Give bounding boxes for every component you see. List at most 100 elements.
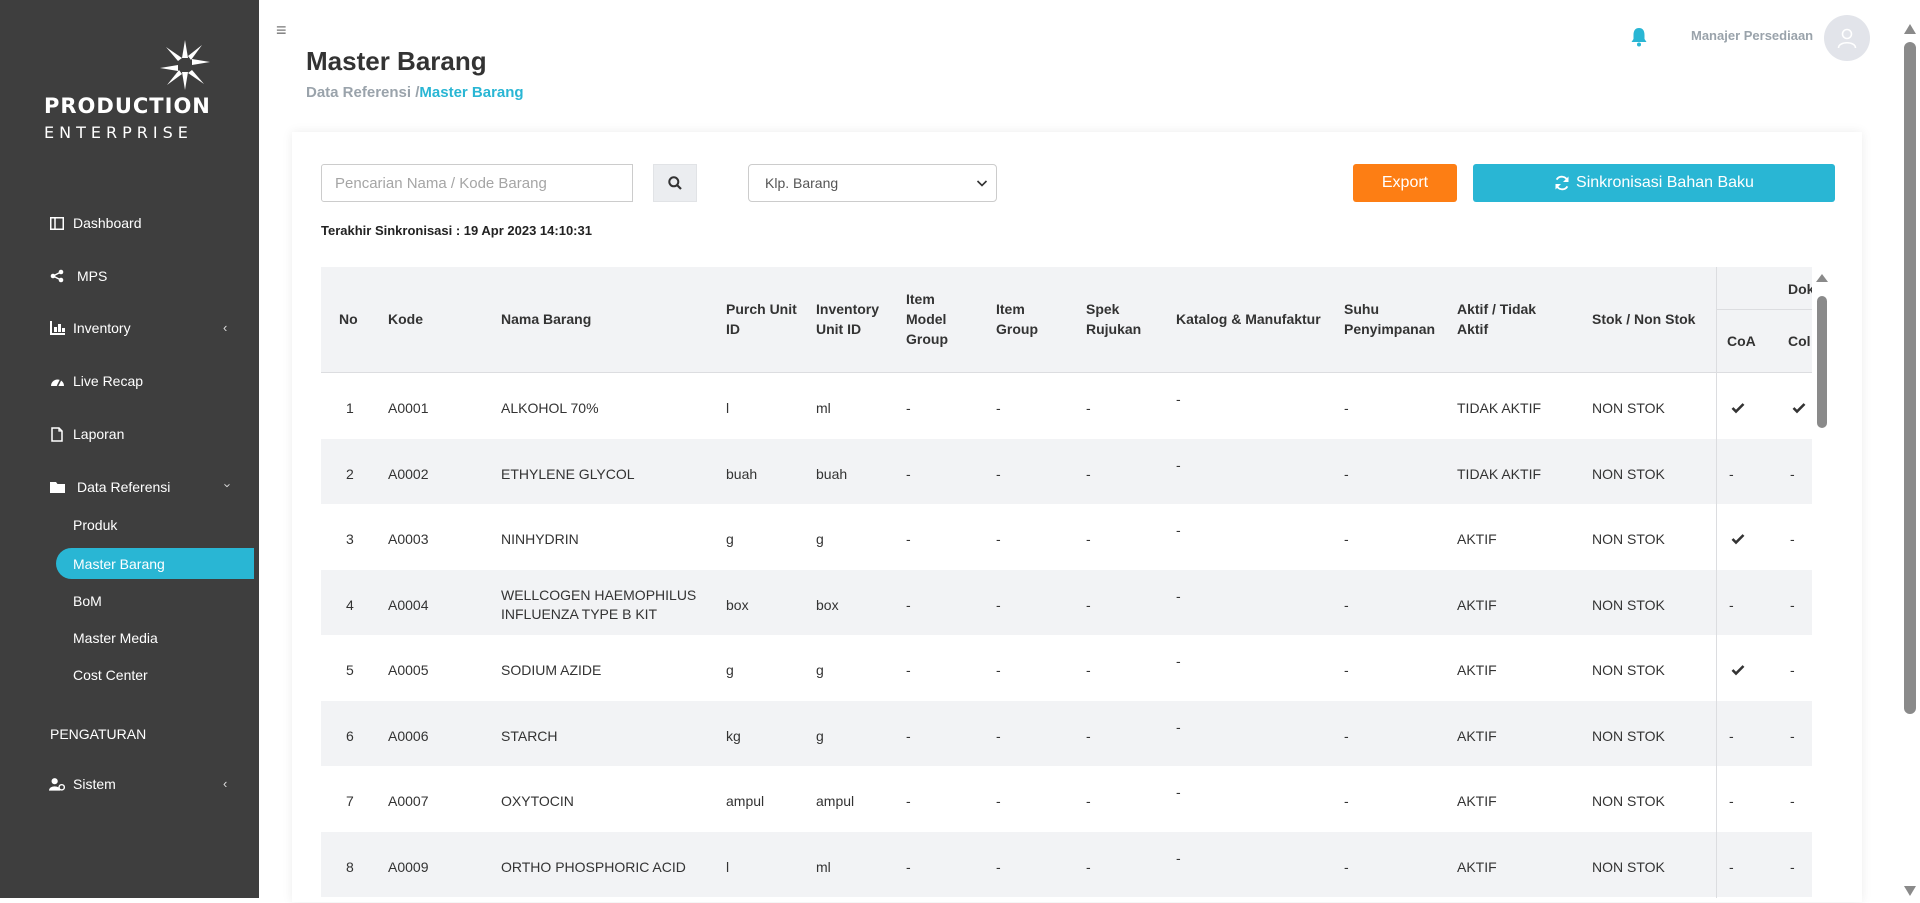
sidebar-item-laporan[interactable]: Laporan — [49, 422, 124, 446]
cell-nama-line: WELLCOGEN HAEMOPHILUS — [501, 586, 697, 603]
cell-no: 7 — [346, 793, 354, 809]
sidebar-subitem-master-media[interactable]: Master Media — [73, 630, 158, 646]
column-divider — [1716, 267, 1717, 898]
table-row[interactable]: 7 A0007 ampul ampul - - - - AKTIF NON STOK OXYTOCI… — [321, 766, 1812, 831]
export-button[interactable]: Export — [1353, 164, 1457, 202]
th-line: Item — [996, 301, 1025, 317]
bell-icon[interactable] — [1630, 27, 1648, 47]
table-row[interactable]: 4 A0004 box box - - - - AKTIF NON STOK WELLCOGEN H… — [321, 569, 1812, 635]
select-value: Klp. Barang — [765, 175, 839, 191]
cell-spek: - — [1086, 400, 1091, 416]
sidebar-subitem-produk[interactable]: Produk — [73, 517, 117, 533]
table-row[interactable]: 8 A0009 l ml - - - - AKTIF NON STOK ORTHO PHOSPHOR… — [321, 831, 1812, 897]
cell-suhu: - — [1344, 465, 1349, 482]
cell-no: 6 — [346, 727, 354, 744]
cell-purch: g — [726, 662, 734, 678]
cell-inv: box — [816, 596, 839, 613]
user-name[interactable]: Manajer Persediaan — [1691, 28, 1813, 43]
cell-group: - — [996, 400, 1001, 416]
breadcrumb-home[interactable]: Data Referensi / — [306, 84, 419, 101]
sidebar-item-dashboard[interactable]: Dashboard — [49, 211, 142, 235]
cell-aktif: AKTIF — [1457, 858, 1497, 875]
th-no: No — [339, 311, 358, 327]
th-line: Aktif — [1457, 321, 1489, 337]
table-row[interactable]: 2 A0002 buah buah - - - - TIDAK AKTIF NON STOK ETH… — [321, 438, 1812, 504]
avatar[interactable] — [1824, 15, 1870, 61]
page-scrollbar[interactable] — [1900, 0, 1920, 898]
chevron-left-icon[interactable]: ‹ — [223, 776, 227, 791]
sidebar-subitem-bom[interactable]: BoM — [73, 593, 102, 609]
sidebar-item-mps[interactable]: MPS — [49, 264, 107, 288]
cell-suhu: - — [1344, 662, 1349, 678]
cell-inv: ampul — [816, 793, 855, 809]
chevron-down-icon[interactable]: ‹ — [219, 483, 234, 487]
th-line: Model — [906, 311, 947, 327]
cell-group: - — [996, 858, 1001, 875]
cell-no: 2 — [346, 465, 354, 482]
breadcrumb-current: Master Barang — [419, 84, 524, 101]
cell-kode: A0002 — [388, 465, 429, 482]
cell-nama: NINHYDRIN — [501, 530, 579, 549]
search-button[interactable] — [653, 164, 697, 202]
cell-nama: OXYTOCIN — [501, 792, 574, 811]
sidebar-item-label: Sistem — [73, 776, 116, 792]
sidebar-item-sistem[interactable]: Sistem — [49, 772, 116, 796]
klp-barang-select[interactable]: Klp. Barang — [748, 164, 997, 202]
chevron-left-icon[interactable]: ‹ — [223, 320, 227, 335]
cell-inv: ml — [816, 400, 831, 416]
cell-aktif: AKTIF — [1457, 531, 1497, 547]
cell-nama-line: ORTHO PHOSPHORIC ACID — [501, 858, 686, 875]
th-line: Penyimpanan — [1344, 321, 1436, 337]
table-row[interactable]: 1 A0001 l ml - - - - TIDAK AKTIF NON STOK ALKOHOL … — [321, 373, 1812, 438]
hamburger-menu-icon[interactable]: ≡ — [276, 20, 287, 41]
cell-group: - — [996, 596, 1001, 613]
cell-nama-line: ALKOHOL 70% — [501, 400, 599, 416]
breadcrumb: Data Referensi /Master Barang — [306, 84, 524, 101]
th-purch-unit: Purch Unit ID — [726, 299, 797, 339]
cell-stok: NON STOK — [1592, 727, 1665, 744]
sidebar-item-label: Dashboard — [73, 215, 142, 231]
table-row[interactable]: 6 A0006 kg g - - - - AKTIF NON STOK STARCH - - - — [321, 700, 1812, 766]
cell-kode: A0003 — [388, 531, 429, 547]
scroll-up-arrow-icon[interactable] — [1816, 274, 1828, 282]
table-row[interactable]: 3 A0003 g g - - - - AKTIF NON STOK NINHYDRIN - - — [321, 504, 1812, 569]
th-stok: Stok / Non Stok — [1592, 311, 1696, 327]
search-input[interactable] — [321, 164, 633, 202]
header-divider — [1716, 309, 1812, 310]
th-line: Rujukan — [1086, 321, 1142, 337]
sidebar-item-inventory[interactable]: Inventory — [49, 316, 131, 340]
brand-subtitle: ENTERPRISE — [44, 123, 193, 142]
cell-stok: NON STOK — [1592, 531, 1665, 547]
sync-icon — [1554, 175, 1570, 191]
cell-coa: - — [1729, 858, 1734, 875]
check-icon — [1731, 403, 1745, 414]
sidebar-item-data-referensi[interactable]: Data Referensi — [49, 475, 170, 499]
th-spek-rujukan: Spek Rujukan — [1086, 299, 1141, 339]
cell-group: - — [996, 793, 1001, 809]
cell-model: - — [906, 858, 911, 875]
file-icon — [49, 426, 65, 442]
sync-label: Sinkronisasi Bahan Baku — [1576, 174, 1754, 191]
scroll-thumb[interactable] — [1817, 296, 1827, 428]
cell-katalog: - — [1176, 718, 1181, 735]
cell-no: 5 — [346, 662, 354, 678]
cell-kode: A0005 — [388, 662, 429, 678]
cell-coa: - — [1729, 727, 1734, 744]
th-suhu: Suhu Penyimpanan — [1344, 299, 1435, 339]
sidebar-item-live-recap[interactable]: Live Recap — [49, 369, 143, 393]
cell-aktif: AKTIF — [1457, 596, 1497, 613]
cell-stok: NON STOK — [1592, 662, 1665, 678]
sync-button[interactable]: Sinkronisasi Bahan Baku — [1473, 164, 1835, 202]
export-label: Export — [1381, 174, 1429, 191]
table-scrollbar[interactable] — [1815, 272, 1829, 898]
cell-purch: buah — [726, 465, 758, 482]
cell-col: - — [1790, 531, 1795, 547]
sidebar-subitem-master-barang[interactable]: Master Barang — [73, 556, 165, 572]
cell-col: - — [1790, 793, 1795, 809]
cell-purch: g — [726, 531, 734, 547]
cell-kode: A0007 — [388, 793, 429, 809]
table-row[interactable]: 5 A0005 g g - - - - AKTIF NON STOK SODIUM AZIDE - - — [321, 635, 1812, 700]
sidebar-subitem-cost-center[interactable]: Cost Center — [73, 667, 148, 683]
cell-model: - — [906, 465, 911, 482]
cell-suhu: - — [1344, 793, 1349, 809]
